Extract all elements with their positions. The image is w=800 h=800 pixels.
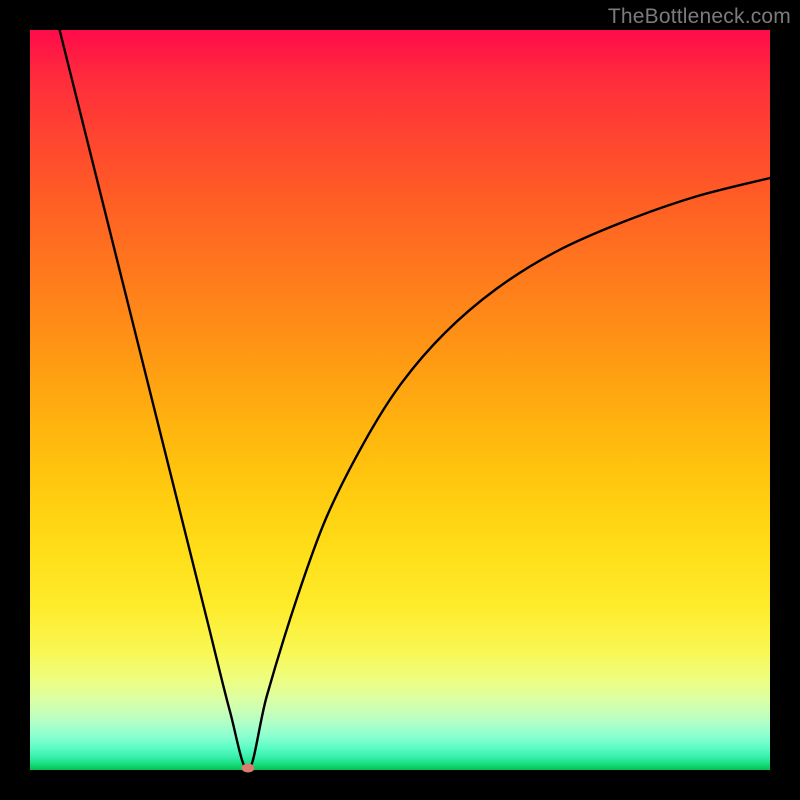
plot-area	[30, 30, 770, 770]
chart-frame: TheBottleneck.com	[0, 0, 800, 800]
optimal-point-marker	[242, 763, 255, 772]
watermark-text: TheBottleneck.com	[608, 5, 791, 29]
bottleneck-curve	[30, 30, 770, 770]
